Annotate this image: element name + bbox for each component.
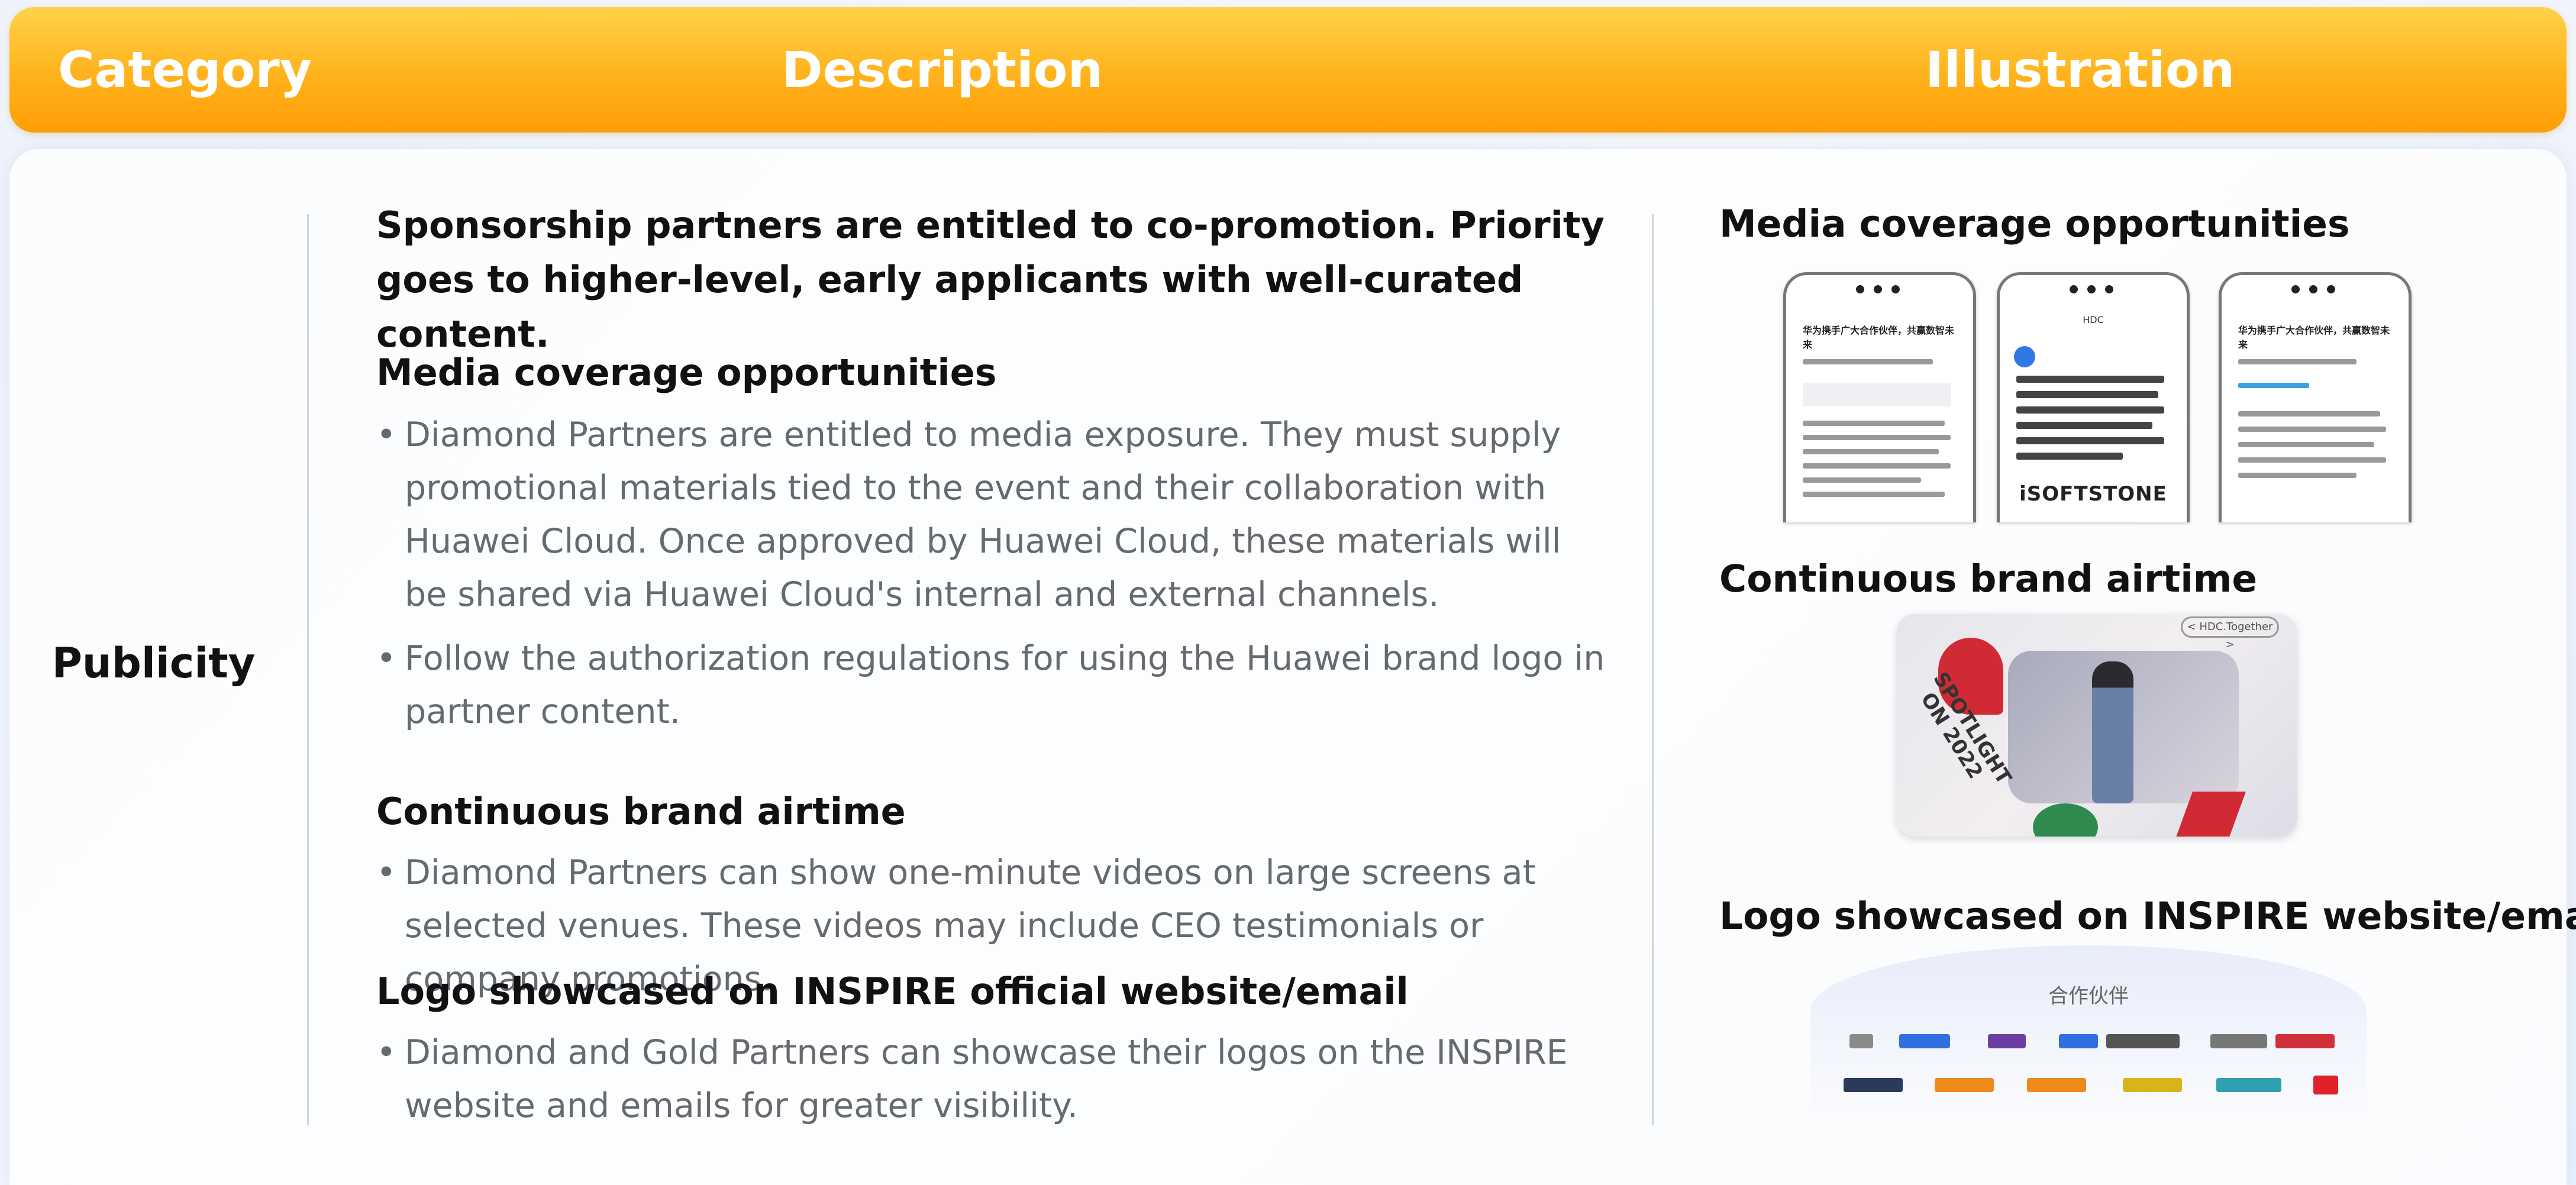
text-line: [2016, 391, 2158, 398]
description-column: Sponsorship partners are entitled to co-…: [376, 198, 1613, 361]
partner-logo: [2313, 1076, 2338, 1094]
text-line: [2238, 427, 2386, 432]
partner-logo: [2123, 1078, 2182, 1092]
phone-screenshot: HDC iSOFTSTONE: [1997, 272, 2190, 522]
illustration-logo-title: Logo showcased on INSPIRE website/email: [1719, 895, 2576, 938]
text-line: [1803, 359, 1933, 364]
text-line: [2016, 406, 2164, 414]
section-title: Logo showcased on INSPIRE official websi…: [376, 970, 1409, 1013]
text-line: [2238, 457, 2386, 463]
phone-headline: 华为携手广大合作伙伴，共赢数智未来: [2238, 325, 2390, 350]
text-line: [2016, 376, 2164, 383]
lead-text: Sponsorship partners are entitled to co-…: [376, 204, 1605, 356]
partner-logo: [2059, 1034, 2098, 1048]
presenter-figure: [2092, 661, 2133, 803]
column-divider: [1652, 214, 1654, 1125]
illustration-media-title: Media coverage opportunities: [1719, 202, 2350, 246]
text-line: [2016, 437, 2164, 444]
partner-logo: [1844, 1078, 1903, 1092]
partner-logo: [2027, 1078, 2086, 1092]
partner-logo: [2106, 1034, 2180, 1048]
bullet-item: Diamond and Gold Partners can showcase t…: [376, 1026, 1613, 1132]
partner-logo: [1988, 1034, 2026, 1048]
table-header: Category Description Illustration: [9, 7, 2567, 133]
partner-logo: [1935, 1078, 1994, 1092]
partners-label: 合作伙伴: [2048, 984, 2129, 1008]
category-label: Publicity: [51, 639, 256, 687]
video-still: < HDC.Together > SPOTLIGHT ON 2022: [1897, 614, 2297, 837]
header-description: Description: [782, 41, 1103, 99]
camera-notch-icon: [2281, 282, 2346, 296]
text-line: [1803, 435, 1951, 440]
section-title: Continuous brand airtime: [376, 790, 906, 833]
header-category: Category: [58, 41, 312, 99]
text-line: [2238, 473, 2357, 478]
text-line: [2238, 442, 2374, 447]
avatar: [2014, 346, 2035, 367]
text-line: [2016, 422, 2152, 429]
text-line: [2016, 453, 2123, 460]
text-line: [2238, 383, 2309, 388]
text-line: [1803, 463, 1951, 469]
partner-logo: [2216, 1078, 2281, 1092]
section-media: Media coverage opportunities Diamond Par…: [376, 349, 1613, 738]
column-divider: [307, 214, 309, 1125]
header-illustration: Illustration: [1925, 41, 2235, 99]
partner-logo: [1849, 1034, 1873, 1048]
partners-logo-wall: 合作伙伴: [1810, 945, 2367, 1112]
camera-notch-icon: [1845, 282, 1910, 296]
section-title: Media coverage opportunities: [376, 351, 997, 394]
bullet-item: Follow the authorization regulations for…: [376, 632, 1613, 738]
phone-screenshot: 华为携手广大合作伙伴，共赢数智未来: [2219, 272, 2412, 522]
phone-headline: 华为携手广大合作伙伴，共赢数智未来: [1803, 325, 1955, 350]
bullet-item: Diamond Partners are entitled to media e…: [376, 408, 1613, 621]
camera-notch-icon: [2059, 282, 2124, 296]
text-line: [1803, 421, 1945, 426]
phone-screenshot: 华为携手广大合作伙伴，共赢数智未来: [1783, 272, 1976, 522]
partner-logo: [1899, 1034, 1950, 1048]
partner-logo: [2210, 1034, 2267, 1048]
text-line: [2238, 411, 2380, 416]
text-line: [2238, 359, 2357, 364]
event-tag-text: < HDC.Together >: [2187, 621, 2273, 651]
event-tag: < HDC.Together >: [2181, 616, 2279, 651]
text-line: [1803, 449, 1939, 454]
partner-logo: [2275, 1034, 2335, 1048]
text-block: [1803, 383, 1951, 406]
phone-hdc: HDC: [2083, 314, 2104, 325]
illustration-airtime-title: Continuous brand airtime: [1719, 557, 2258, 600]
text-line: [1803, 492, 1945, 497]
section-logo: Logo showcased on INSPIRE official websi…: [376, 968, 1613, 1132]
phone-brand-logo: iSOFTSTONE: [2019, 482, 2167, 506]
text-line: [1803, 477, 1921, 483]
decor-shape: [2033, 803, 2098, 837]
